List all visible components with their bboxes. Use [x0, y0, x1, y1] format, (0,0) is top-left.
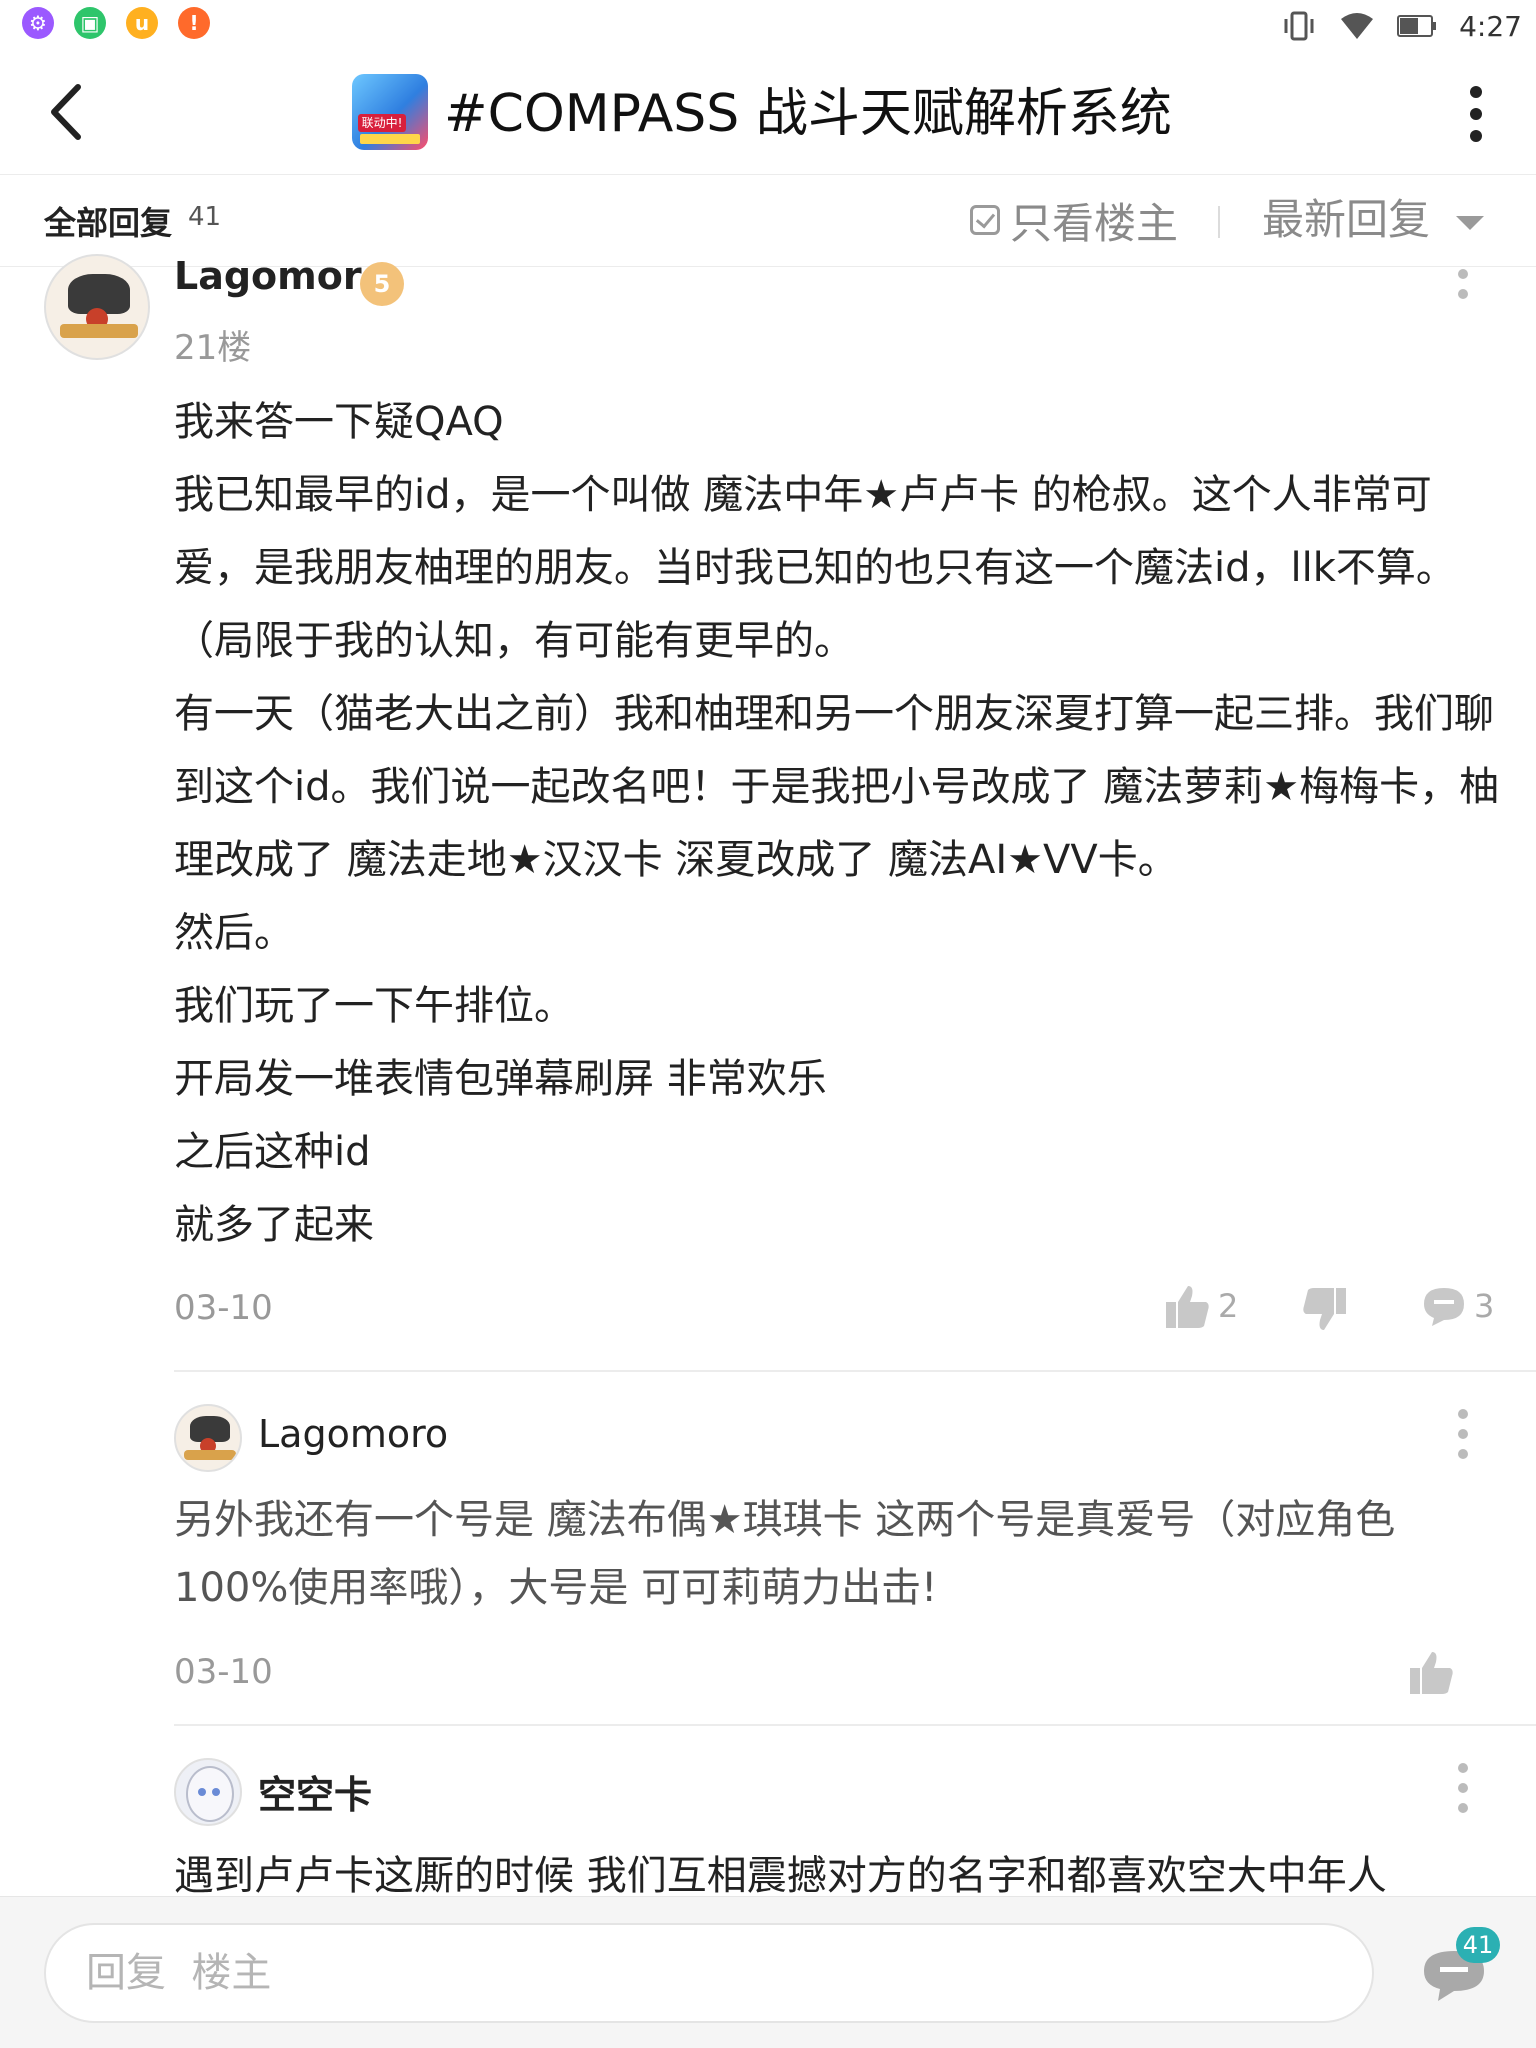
checkbox-icon[interactable]	[970, 205, 1000, 235]
uc-browser-icon: u	[126, 7, 158, 39]
reply-count: 41	[188, 202, 222, 232]
divider	[1218, 206, 1220, 238]
page-title: #COMPASS 战斗天赋解析系统	[444, 84, 1172, 144]
title-bar: 联动中! #COMPASS 战斗天赋解析系统	[0, 52, 1536, 175]
reply-divider	[174, 1370, 1536, 1372]
caret-down-icon[interactable]	[1456, 216, 1484, 230]
avatar[interactable]	[44, 254, 150, 360]
reply-author-name[interactable]: 空空卡	[258, 1764, 372, 1819]
like-button[interactable]: 2	[1164, 1282, 1238, 1330]
comment-badge: 41	[1456, 1927, 1500, 1963]
reply-author-name[interactable]: Lagomoro	[258, 1412, 448, 1456]
clock: 4:27	[1459, 9, 1522, 43]
app-icon-tag: 联动中!	[358, 114, 406, 132]
post-line: 我们玩了一下午排位。	[174, 983, 574, 1029]
tab-all-replies[interactable]: 全部回复	[44, 198, 172, 244]
status-bar: ⚙ ▣ u ! 4:27	[0, 0, 1536, 50]
reply-menu-icon[interactable]	[1448, 1754, 1478, 1824]
like-count: 2	[1218, 1287, 1239, 1325]
post-line: 然后。	[174, 910, 294, 956]
screen: ⚙ ▣ u ! 4:27 联动中! #COMPASS 战斗天赋解析系统 全部回复…	[0, 0, 1536, 2048]
post-author-name[interactable]: Lagomoro	[174, 254, 388, 298]
level-badge: 5	[360, 262, 404, 306]
wifi-icon	[1341, 13, 1374, 39]
post-line: 有一天（猫老大出之前）我和柚理和另一个朋友深夏打算一起三排。我们聊到这个id。我…	[174, 691, 1500, 883]
post-date: 03-10	[174, 1288, 273, 1328]
thumbs-up-icon[interactable]	[1408, 1648, 1456, 1696]
vibrate-icon	[1284, 11, 1314, 41]
battery-icon	[1397, 15, 1437, 37]
thumbs-up-icon	[1166, 1286, 1209, 1328]
floor-number: 21楼	[174, 328, 252, 368]
avatar[interactable]	[174, 1758, 242, 1826]
game-app-icon: 联动中!	[352, 74, 428, 150]
post-line: 我来答一下疑QAQ	[174, 399, 504, 445]
comment-icon	[1424, 1288, 1464, 1326]
reply-text: 另外我还有一个号是 魔法布偶★琪琪卡 这两个号是真爱号（对应角色100%使用率哦…	[174, 1497, 1396, 1611]
reply-divider	[174, 1724, 1536, 1726]
bottom-reply-bar: 41	[0, 1896, 1536, 2048]
status-icons: 4:27	[1281, 4, 1522, 48]
more-options-icon[interactable]	[1456, 82, 1496, 146]
comment-button[interactable]: 3	[1420, 1282, 1494, 1330]
op-only-toggle[interactable]: 只看楼主	[970, 192, 1178, 248]
post-menu-icon[interactable]	[1448, 262, 1478, 332]
post-line: 就多了起来	[174, 1202, 374, 1248]
comment-count: 3	[1474, 1287, 1495, 1325]
op-only-label: 只看楼主	[1010, 198, 1179, 248]
reply-input[interactable]	[44, 1923, 1374, 2023]
settings-app-icon: ⚙	[22, 7, 54, 39]
post-line: 之后这种id	[174, 1129, 371, 1175]
back-arrow-icon[interactable]	[40, 77, 100, 147]
alert-icon: !	[178, 7, 210, 39]
dislike-button[interactable]	[1300, 1286, 1348, 1334]
reply-date: 03-10	[174, 1652, 273, 1692]
thumbs-down-icon	[1303, 1288, 1346, 1330]
post-line: 开局发一堆表情包弹幕刷屏 非常欢乐	[174, 1056, 827, 1102]
post-body: 我来答一下疑QAQ 我已知最早的id，是一个叫做 魔法中年★卢卢卡 的枪叔。这个…	[174, 386, 1504, 1262]
reply-menu-icon[interactable]	[1448, 1400, 1478, 1470]
gallery-app-icon: ▣	[74, 7, 106, 39]
avatar[interactable]	[174, 1404, 242, 1472]
post-line: 我已知最早的id，是一个叫做 魔法中年★卢卢卡 的枪叔。这个人非常可爱，是我朋友…	[174, 472, 1456, 664]
sort-dropdown[interactable]: 最新回复	[1262, 192, 1430, 248]
